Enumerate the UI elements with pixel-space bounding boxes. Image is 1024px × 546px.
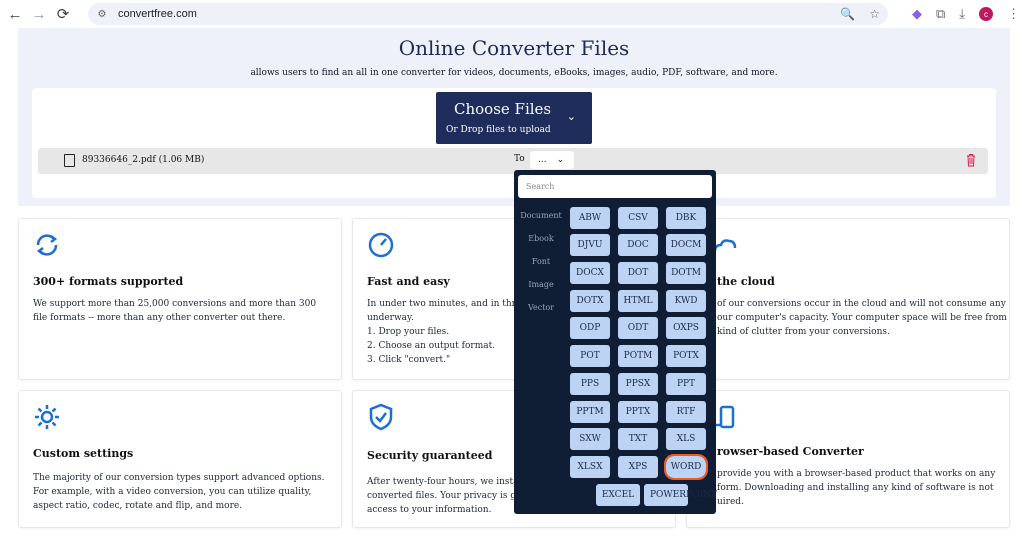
format-option-odt[interactable]: ODT bbox=[618, 317, 658, 339]
format-option-docm[interactable]: DOCM bbox=[666, 234, 706, 256]
trash-icon[interactable] bbox=[966, 153, 976, 167]
category-ebook[interactable]: Ebook bbox=[518, 234, 564, 243]
card-title: the cloud bbox=[717, 275, 775, 288]
reload-icon[interactable]: ⟳ bbox=[54, 5, 72, 23]
format-option-rtf[interactable]: RTF bbox=[666, 401, 706, 423]
address-bar[interactable]: ⚙ convertfree.com 🔍 ☆ bbox=[88, 3, 888, 25]
format-option-djvu[interactable]: DJVU bbox=[570, 234, 610, 256]
format-option-xls[interactable]: XLS bbox=[666, 428, 706, 450]
forward-icon[interactable]: → bbox=[30, 5, 48, 23]
bookmark-star-icon[interactable]: ☆ bbox=[869, 7, 880, 21]
site-settings-icon[interactable]: ⚙ bbox=[94, 6, 110, 22]
category-image[interactable]: Image bbox=[518, 280, 564, 289]
category-font[interactable]: Font bbox=[518, 257, 564, 266]
format-search-input[interactable]: Search bbox=[518, 175, 712, 198]
format-option-pptm[interactable]: PPTM bbox=[570, 401, 610, 423]
format-option-doc[interactable]: DOC bbox=[618, 234, 658, 256]
format-option-potx[interactable]: POTX bbox=[666, 345, 706, 367]
format-option-sxw[interactable]: SXW bbox=[570, 428, 610, 450]
back-icon[interactable]: ← bbox=[6, 5, 24, 23]
card-title: rowser-based Converter bbox=[717, 445, 864, 458]
card-body: of our conversions occur in the cloud an… bbox=[717, 299, 1007, 337]
format-option-odp[interactable]: ODP bbox=[570, 317, 610, 339]
format-option-xlsx[interactable]: XLSX bbox=[570, 456, 610, 478]
format-option-dotx[interactable]: DOTX bbox=[570, 290, 610, 312]
format-option-dot[interactable]: DOT bbox=[618, 262, 658, 284]
card-title: Fast and easy bbox=[367, 275, 450, 288]
page-subtitle: allows users to find an all in one conve… bbox=[250, 68, 778, 78]
feature-card-browser: rowser-based Converter provide you with … bbox=[686, 390, 1010, 528]
format-option-pps[interactable]: PPS bbox=[570, 373, 610, 395]
format-option-xps[interactable]: XPS bbox=[618, 456, 658, 478]
format-option-potm[interactable]: POTM bbox=[618, 345, 658, 367]
card-title: 300+ formats supported bbox=[33, 275, 184, 288]
to-label: To bbox=[514, 154, 525, 164]
choose-files-button[interactable]: Choose Files Or Drop files to upload ⌄ bbox=[436, 92, 592, 144]
extension-icon[interactable]: ◆ bbox=[912, 6, 922, 22]
feature-card-custom: Custom settings The majority of our conv… bbox=[18, 390, 342, 528]
card-body: provide you with a browser-based product… bbox=[717, 469, 996, 507]
format-option-txt[interactable]: TXT bbox=[618, 428, 658, 450]
format-option-excel[interactable]: EXCEL bbox=[596, 484, 640, 506]
format-option-html[interactable]: HTML bbox=[618, 290, 658, 312]
zoom-icon[interactable]: 🔍 bbox=[840, 7, 855, 21]
chevron-down-icon: ⌄ bbox=[556, 155, 565, 165]
format-option-docx[interactable]: DOCX bbox=[570, 262, 610, 284]
page-title: Online Converter Files bbox=[398, 36, 630, 60]
drop-files-label: Or Drop files to upload bbox=[446, 125, 551, 135]
file-name: 89336646_2.pdf (1.06 MB) bbox=[82, 155, 205, 165]
download-icon[interactable]: ⤓ bbox=[959, 6, 965, 22]
card-title: Custom settings bbox=[33, 447, 134, 460]
format-dropdown: Search Document Ebook Font Image Vector … bbox=[514, 170, 717, 514]
url-text[interactable]: convertfree.com bbox=[118, 8, 197, 20]
format-option-powerpoint[interactable]: POWERPOINT bbox=[644, 484, 717, 506]
format-select-value: ... bbox=[538, 155, 547, 165]
extensions-puzzle-icon[interactable]: ⧉ bbox=[936, 6, 945, 22]
profile-avatar[interactable]: c bbox=[979, 7, 993, 21]
choose-files-label: Choose Files bbox=[454, 100, 552, 118]
feature-card-formats: 300+ formats supported We support more t… bbox=[18, 218, 342, 380]
format-option-ppt[interactable]: PPT bbox=[666, 373, 706, 395]
file-row: 89336646_2.pdf (1.06 MB) To ... ⌄ bbox=[38, 148, 988, 174]
format-option-kwd[interactable]: KWD bbox=[666, 290, 706, 312]
chevron-down-icon[interactable]: ⌄ bbox=[567, 110, 576, 123]
format-option-oxps[interactable]: OXPS bbox=[666, 317, 706, 339]
browser-toolbar: ← → ⟳ ⚙ convertfree.com 🔍 ☆ ◆ ⧉ ⤓ c ⋮ bbox=[0, 0, 1024, 28]
speedometer-icon bbox=[368, 232, 394, 258]
format-option-dbk[interactable]: DBK bbox=[666, 207, 706, 229]
gear-icon bbox=[35, 405, 59, 429]
category-vector[interactable]: Vector bbox=[518, 303, 564, 312]
sync-icon bbox=[36, 234, 58, 256]
format-option-abw[interactable]: ABW bbox=[570, 207, 610, 229]
category-document[interactable]: Document bbox=[518, 211, 564, 220]
menu-icon[interactable]: ⋮ bbox=[1007, 6, 1020, 22]
format-option-ppsx[interactable]: PPSX bbox=[618, 373, 658, 395]
format-option-csv[interactable]: CSV bbox=[618, 207, 658, 229]
format-option-pot[interactable]: POT bbox=[570, 345, 610, 367]
format-option-dotm[interactable]: DOTM bbox=[666, 262, 706, 284]
file-icon bbox=[64, 154, 75, 167]
card-body: The majority of our conversion types sup… bbox=[33, 473, 325, 511]
format-select[interactable]: ... ⌄ bbox=[530, 151, 574, 169]
card-body: We support more than 25,000 conversions … bbox=[33, 299, 317, 323]
feature-card-cloud: the cloud of our conversions occur in th… bbox=[686, 218, 1010, 380]
format-option-word[interactable]: WORD bbox=[664, 454, 708, 480]
card-title: Security guaranteed bbox=[367, 449, 493, 462]
format-option-pptx[interactable]: PPTX bbox=[618, 401, 658, 423]
shield-check-icon bbox=[369, 403, 393, 431]
